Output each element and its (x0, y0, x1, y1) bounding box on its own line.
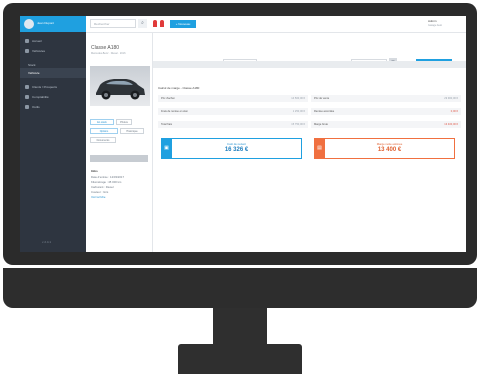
table-row: Prix d'achat 14 500,00 € (158, 95, 308, 102)
search-input[interactable]: Rechercher (90, 19, 136, 28)
row-value: 15 750,00 € (291, 123, 305, 126)
table-row: Prix de vente 29 900,00 € (311, 95, 461, 102)
row-label: Frais de remise en état (161, 110, 188, 113)
wrench-icon (25, 105, 29, 109)
section-title: Calcul de marge - Classe A180 (158, 86, 200, 90)
margin-caption: Marge nette estimée (376, 142, 403, 146)
history-chip[interactable]: Historique (120, 128, 144, 134)
documents-chip[interactable]: Documents (90, 137, 116, 143)
table-row: Total frais 15 750,00 € (158, 121, 308, 128)
status-badge[interactable]: En stock (90, 119, 114, 125)
car-icon (25, 49, 29, 53)
calculator-icon (25, 95, 29, 99)
row-label: Total frais (161, 123, 173, 126)
view-details-link[interactable]: Voir la fiche (91, 195, 105, 199)
vehicle-photo[interactable] (90, 66, 150, 106)
info-line: Kilométrage : 45 000 km (91, 180, 122, 184)
sidebar-item-comptabilite[interactable]: Comptabilité (20, 92, 86, 102)
new-button[interactable]: + Nouveau (170, 20, 196, 28)
info-title: Infos (91, 169, 98, 173)
margin-total-card: ▤ Marge nette estimée 13 400 € (314, 138, 455, 159)
sidebar-user-name: Jean Dupont (37, 21, 55, 25)
sidebar-item-outils[interactable]: Outils (20, 102, 86, 112)
users-icon (25, 85, 29, 89)
options-chip[interactable]: Options (90, 128, 118, 134)
row-value: 1 250,00 € (292, 110, 305, 113)
info-line: Date d'entrée : 12/03/2017 (91, 175, 125, 179)
section-separator (153, 61, 466, 68)
car-icon (96, 79, 145, 100)
top-user-subtitle: Garage Auto (428, 24, 443, 27)
pin-icon[interactable] (153, 20, 157, 27)
sidebar: Jean Dupont Accueil Véhicules Stock Véhi… (20, 16, 86, 252)
chart-icon: ▤ (314, 138, 325, 159)
sidebar-item-label: Outils (32, 105, 40, 109)
cost-total-card: ▣ Coût de revient 16 326 € (161, 138, 302, 159)
sidebar-item-label: Stock (28, 63, 36, 67)
sidebar-item-label: Clients / Prospects (32, 85, 58, 89)
row-label: Prix d'achat (161, 97, 175, 100)
sidebar-item-label: Comptabilité (32, 95, 49, 99)
photos-chip[interactable]: Photos (116, 119, 132, 125)
margin-result-panel: Calcul de marge - Classe A180 Prix d'ach… (153, 69, 466, 252)
row-value: 14 500,00 € (291, 97, 305, 100)
sidebar-item-vehicules[interactable]: Véhicules (20, 46, 86, 56)
row-value: 13 400,00 € (444, 123, 458, 126)
cost-amount: 16 326 € (224, 147, 249, 153)
row-value: 29 900,00 € (444, 97, 458, 100)
sidebar-item-vehicule[interactable]: Véhicule (20, 68, 86, 78)
divider-bar (90, 155, 148, 162)
pin-icon[interactable] (160, 20, 164, 27)
monitor-neck (213, 308, 267, 346)
app-screen: Jean Dupont Accueil Véhicules Stock Véhi… (20, 16, 466, 252)
row-label: Remise accordée (314, 110, 335, 113)
info-line: Carburant : Diesel (91, 185, 114, 189)
sidebar-footer: v 2.4.1 (42, 240, 52, 244)
search-icon[interactable]: ⌕ (138, 19, 147, 28)
vehicle-title: Classe A180 (91, 45, 120, 51)
vehicle-detail-panel: Classe A180 Mercedes-Benz · Diesel · 201… (86, 33, 153, 252)
sidebar-item-label: Accueil (32, 39, 42, 43)
table-row: Remise accordée 0,00 € (311, 108, 461, 115)
top-bar: Rechercher ⌕ + Nouveau Admin Garage Auto (86, 16, 466, 33)
margin-amount: 13 400 € (377, 147, 402, 153)
info-line: Couleur : Gris (91, 190, 109, 194)
avatar[interactable] (24, 19, 34, 29)
cost-caption: Coût de revient (227, 142, 246, 146)
table-row: Frais de remise en état 1 250,00 € (158, 108, 308, 115)
monitor-base (178, 344, 302, 374)
monitor-chin (3, 268, 477, 308)
table-row: Marge brute 13 400,00 € (311, 121, 461, 128)
cart-icon: ▣ (161, 138, 172, 159)
home-icon (25, 39, 29, 43)
sidebar-item-label: Véhicules (32, 49, 46, 53)
sidebar-item-clients[interactable]: Clients / Prospects (20, 82, 86, 92)
top-user-name[interactable]: Admin (428, 19, 437, 23)
row-value: 0,00 € (450, 110, 458, 113)
vehicle-subtitle: Mercedes-Benz · Diesel · 2016 (91, 52, 126, 55)
sidebar-item-label: Véhicule (28, 71, 40, 75)
row-label: Marge brute (314, 123, 328, 126)
sidebar-item-accueil[interactable]: Accueil (20, 36, 86, 46)
row-label: Prix de vente (314, 97, 330, 100)
